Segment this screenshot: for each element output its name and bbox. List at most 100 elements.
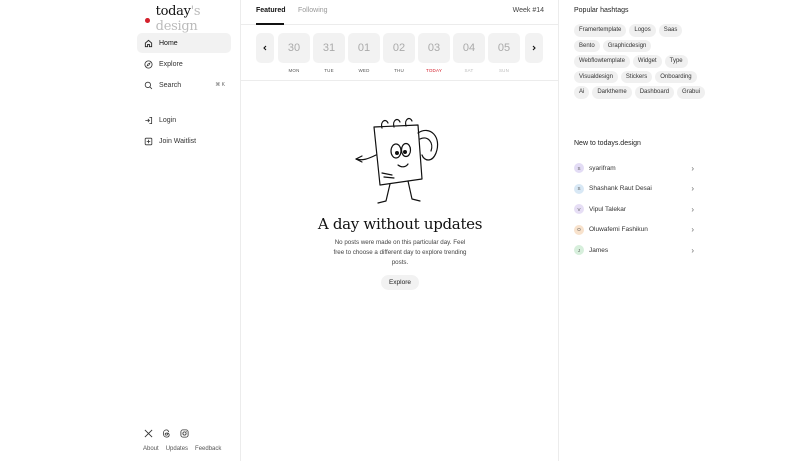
footer-feedback-link[interactable]: Feedback <box>195 446 221 452</box>
day-label: TUE <box>324 68 334 73</box>
hashtag-chip[interactable]: Type <box>664 55 688 68</box>
chevron-right-icon: › <box>691 245 694 255</box>
hashtag-chip[interactable]: Stickers <box>620 70 653 83</box>
hashtag-chip[interactable]: Logos <box>629 24 656 37</box>
chevron-right-icon: › <box>691 184 694 194</box>
user-row[interactable]: V Vipul Talekar › <box>574 199 694 220</box>
user-row[interactable]: S Shashank Raut Desai › <box>574 179 694 200</box>
day-number: 31 <box>313 33 345 63</box>
feed-tabs: Featured Following Week #14 <box>241 0 559 25</box>
day-label: SUN <box>498 68 510 73</box>
nav-waitlist-label: Join Waitlist <box>159 137 197 145</box>
logo-dot-icon <box>145 17 150 23</box>
hashtag-chip[interactable]: Grabui <box>677 86 706 99</box>
footer-about-link[interactable]: About <box>143 446 159 452</box>
user-name: Shashank Raut Desai <box>589 185 652 193</box>
day-number: 01 <box>348 33 380 63</box>
avatar: O <box>574 224 584 235</box>
nav-explore-label: Explore <box>159 60 183 68</box>
tab-featured[interactable]: Featured <box>256 7 286 14</box>
avatar: S <box>574 183 584 194</box>
nav-search[interactable]: Search ⌘ K <box>137 75 231 95</box>
day-item[interactable]: 30 MON <box>278 33 310 73</box>
hashtag-chip[interactable]: Visualdesign <box>574 70 618 83</box>
new-users-title: New to todays.design <box>574 140 641 147</box>
nav-explore[interactable]: Explore <box>137 54 231 74</box>
day-item[interactable]: 01 WED <box>348 33 380 73</box>
chevron-right-icon <box>532 45 536 51</box>
nav-login-label: Login <box>159 116 177 124</box>
hashtag-chip[interactable]: Saas <box>658 24 683 37</box>
home-icon <box>144 39 153 48</box>
user-name: Oluwafemi Fashikun <box>589 226 648 234</box>
app: today's design Home Explore Search ⌘ K L… <box>0 0 800 461</box>
x-icon[interactable] <box>143 428 153 438</box>
hashtag-chip[interactable]: Ai <box>574 86 590 99</box>
user-row[interactable]: O Oluwafemi Fashikun › <box>574 220 694 241</box>
user-row[interactable]: J James › <box>574 240 694 261</box>
hashtag-chip[interactable]: Graphicdesign <box>602 39 652 52</box>
calendar-mascot-illustration <box>352 115 446 207</box>
nav-login[interactable]: Login <box>137 110 231 130</box>
user-row[interactable]: S syarifram › <box>574 158 694 179</box>
hashtag-list: Framertemplate Logos Saas Bento Graphicd… <box>574 24 709 99</box>
left-sidebar: today's design Home Explore Search ⌘ K L… <box>0 0 241 461</box>
tab-active-indicator <box>256 23 284 25</box>
hashtag-chip[interactable]: Onboarding <box>655 70 697 83</box>
hashtag-chip[interactable]: Dashboard <box>634 86 675 99</box>
day-number: 30 <box>278 33 310 63</box>
user-name: Vipul Talekar <box>589 205 626 213</box>
divider <box>241 80 559 81</box>
login-icon <box>144 116 153 125</box>
main-nav: Home Explore Search ⌘ K <box>137 33 231 96</box>
user-name: syarifram <box>589 164 616 172</box>
logo[interactable]: today's design <box>145 4 240 34</box>
hashtag-chip[interactable]: Webflowtemplate <box>574 55 630 68</box>
hashtag-chip[interactable]: Darktheme <box>592 86 632 99</box>
logo-text-main: today <box>155 4 191 19</box>
search-shortcut: ⌘ K <box>215 82 225 88</box>
instagram-icon[interactable] <box>179 428 189 438</box>
chevron-left-icon <box>263 45 267 51</box>
compass-icon <box>144 59 153 69</box>
hashtag-chip[interactable]: Widget <box>632 55 662 68</box>
day-item[interactable]: 04 SAT <box>453 33 485 73</box>
day-item-today[interactable]: 03 TODAY <box>418 33 450 73</box>
right-sidebar: Popular hashtags Framertemplate Logos Sa… <box>559 0 800 461</box>
nav-home-label: Home <box>159 39 178 47</box>
day-label: MON <box>288 68 300 73</box>
threads-icon[interactable] <box>161 428 171 438</box>
day-item[interactable]: 31 TUE <box>313 33 345 73</box>
prev-week-button[interactable] <box>256 33 274 63</box>
day-label: SAT <box>464 68 474 73</box>
day-label: WED <box>358 68 370 73</box>
next-week-button[interactable] <box>525 33 543 63</box>
main-feed: Featured Following Week #14 30 MON 31 TU… <box>241 0 559 461</box>
nav-join-waitlist[interactable]: Join Waitlist <box>137 131 231 151</box>
empty-state-text: No posts were made on this particular da… <box>333 239 467 266</box>
explore-button[interactable]: Explore <box>381 275 419 290</box>
avatar: S <box>574 163 584 174</box>
avatar: V <box>574 204 584 215</box>
hashtag-chip[interactable]: Framertemplate <box>574 24 627 37</box>
day-item[interactable]: 05 SUN <box>488 33 520 73</box>
chevron-right-icon: › <box>691 204 694 214</box>
empty-state-title: A day without updates <box>317 215 483 233</box>
nav-search-label: Search <box>159 81 182 89</box>
day-number: 05 <box>488 33 520 63</box>
footer-links: About Updates Feedback <box>143 446 221 452</box>
day-item[interactable]: 02 THU <box>383 33 415 73</box>
new-users-list: S syarifram › S Shashank Raut Desai › V … <box>574 158 694 261</box>
day-picker: 30 MON 31 TUE 01 WED 02 THU 03 TODAY 04 … <box>256 33 559 81</box>
day-label: THU <box>394 68 404 73</box>
nav-home[interactable]: Home <box>137 33 231 53</box>
hashtags-title: Popular hashtags <box>574 7 629 14</box>
day-number: 04 <box>453 33 485 63</box>
social-links <box>143 428 189 438</box>
week-label: Week #14 <box>512 7 544 14</box>
avatar: J <box>574 245 584 256</box>
footer-updates-link[interactable]: Updates <box>166 446 188 452</box>
plus-square-icon <box>144 137 153 146</box>
tab-following[interactable]: Following <box>298 7 328 14</box>
hashtag-chip[interactable]: Bento <box>574 39 600 52</box>
